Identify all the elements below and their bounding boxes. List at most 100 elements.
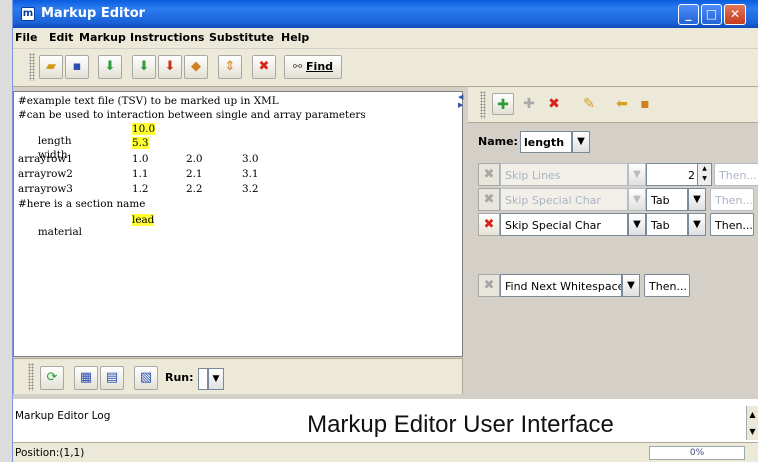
editor-line: #example text file (TSV) to be marked up… xyxy=(18,95,279,107)
table-export-icon[interactable]: ▤ xyxy=(100,366,124,390)
rule-action-select[interactable]: Find Next Whitespace xyxy=(500,274,622,297)
remove-rule-icon[interactable]: ✖ xyxy=(478,163,500,186)
progress-bar: 0% xyxy=(649,446,745,460)
remove-rule-icon[interactable]: ✖ xyxy=(478,188,500,211)
spinner-arrows-icon[interactable]: ▲ ▼ xyxy=(697,164,711,185)
rule-dropdown-arrow-icon[interactable]: ▼ xyxy=(622,274,640,297)
remove-instruction-icon[interactable]: ✖ xyxy=(543,93,565,115)
array-cell: 2.2 xyxy=(186,183,203,195)
editor-line: width xyxy=(18,137,68,161)
log-split-bar[interactable] xyxy=(13,394,758,399)
editor-line: arrayrow3 xyxy=(18,183,73,195)
minimize-button[interactable]: _ xyxy=(678,4,699,25)
markup-editor-window: m Markup Editor _ □ ✕ File Edit Markup I… xyxy=(12,0,758,462)
array-cell: 2.0 xyxy=(186,153,203,165)
cursor-position: Position:(1,1) xyxy=(15,447,85,459)
add-instruction-icon[interactable]: ✚ xyxy=(492,93,514,115)
text-editor[interactable]: #example text file (TSV) to be marked up… xyxy=(13,91,463,357)
refresh-icon[interactable]: ⟳ xyxy=(40,366,64,390)
rule-action-select[interactable]: Skip Special Char xyxy=(500,213,628,236)
edit-pencil-icon[interactable]: ✎ xyxy=(578,93,600,115)
then-button[interactable]: Then... xyxy=(710,188,754,211)
array-cell: 1.2 xyxy=(132,183,149,195)
editor-line: material xyxy=(18,214,82,238)
rule-row: ✖ Skip Lines ▼ 2 ▲ ▼ Then... xyxy=(478,163,758,187)
array-cell: 2.1 xyxy=(186,168,203,180)
name-select[interactable]: length xyxy=(520,131,572,153)
run-table-icon[interactable]: ▧ xyxy=(134,366,158,390)
rule-action-select[interactable]: Skip Lines xyxy=(500,163,628,186)
close-button[interactable]: ✕ xyxy=(724,4,746,25)
markup-red-icon[interactable]: ⬇ xyxy=(158,55,182,79)
rule-row: ✖ Skip Special Char ▼ Tab ▼ Then... xyxy=(478,188,758,212)
markup-orange-icon[interactable]: ◆ xyxy=(184,55,208,79)
param-name: material xyxy=(37,226,83,238)
skip-count-value: 2 xyxy=(688,169,695,182)
editor-line: #can be used to interaction between sing… xyxy=(18,109,366,121)
menu-markup[interactable]: Markup xyxy=(79,31,126,44)
move-updown-icon[interactable]: ⇕ xyxy=(218,55,242,79)
char-dropdown-arrow-icon[interactable]: ▼ xyxy=(688,188,706,211)
markup-green-icon[interactable]: ⬇ xyxy=(132,55,156,79)
run-label: Run: xyxy=(165,371,194,384)
remove-rule-icon[interactable]: ✖ xyxy=(478,213,500,236)
delete-icon[interactable]: ✖ xyxy=(252,55,276,79)
editor-line: length xyxy=(18,123,72,147)
editor-line: arrayrow1 xyxy=(18,153,73,165)
instruction-toolbar: ✚ ✚ ✖ ✎ ⬅ ▪ xyxy=(468,87,758,123)
find-label: Find xyxy=(306,60,334,73)
window-title: Markup Editor xyxy=(41,6,146,21)
editor-toolbar-grip[interactable] xyxy=(28,363,34,391)
rule-dropdown-arrow-icon[interactable]: ▼ xyxy=(628,188,646,211)
import-icon[interactable]: ⬅ xyxy=(611,93,633,115)
name-dropdown-arrow-icon[interactable]: ▼ xyxy=(572,131,590,153)
array-cell: 3.2 xyxy=(242,183,259,195)
then-button[interactable]: Then... xyxy=(710,213,754,236)
menu-edit[interactable]: Edit xyxy=(49,31,73,44)
menu-bar: File Edit Markup Instructions Substitute… xyxy=(13,28,758,48)
collapse-arrows-icon[interactable]: ◀ ▶ xyxy=(458,93,463,109)
array-cell: 1.0 xyxy=(132,153,149,165)
menu-substitute[interactable]: Substitute xyxy=(209,31,274,44)
menu-help[interactable]: Help xyxy=(281,31,309,44)
menu-instructions[interactable]: Instructions xyxy=(130,31,204,44)
char-select[interactable]: Tab xyxy=(646,188,688,211)
save-instructions-icon[interactable]: ▪ xyxy=(634,93,656,115)
caption-text: Markup Editor User Interface xyxy=(178,407,743,443)
rule-row: ✖ Find Next Whitespace ▼ Then... xyxy=(478,274,758,298)
remove-rule-icon[interactable]: ✖ xyxy=(478,274,500,297)
status-bar: Position:(1,1) 0% xyxy=(13,442,758,462)
rule-row: ✖ Skip Special Char ▼ Tab ▼ Then... xyxy=(478,213,758,237)
then-button[interactable]: Then... xyxy=(644,274,690,297)
log-scrollbar[interactable]: ▲ ▼ xyxy=(746,406,758,440)
instruction-toolbar-grip[interactable] xyxy=(480,91,486,119)
log-label: Markup Editor Log xyxy=(15,410,111,422)
array-cell: 3.0 xyxy=(242,153,259,165)
highlighted-value-length: 10.0 xyxy=(132,123,156,135)
highlighted-value-material: lead xyxy=(132,214,155,226)
toolbar-grip[interactable] xyxy=(29,53,35,81)
run-dropdown-arrow-icon[interactable]: ▼ xyxy=(208,368,224,390)
progress-text: 0% xyxy=(689,448,705,458)
save-icon[interactable]: ▪ xyxy=(65,55,89,79)
open-file-icon[interactable]: ▰ xyxy=(39,55,63,79)
rule-dropdown-arrow-icon[interactable]: ▼ xyxy=(628,213,646,236)
binoculars-icon: ⚯ xyxy=(292,60,303,73)
editor-line: arrayrow2 xyxy=(18,168,73,180)
maximize-button[interactable]: □ xyxy=(701,4,722,25)
editor-toolbar: ⟳ ▦ ▤ ▧ Run: ▼ xyxy=(13,358,463,396)
rule-action-select[interactable]: Skip Special Char xyxy=(500,188,628,211)
editor-line: #here is a section name xyxy=(18,198,146,210)
run-select[interactable] xyxy=(198,368,208,390)
char-dropdown-arrow-icon[interactable]: ▼ xyxy=(688,213,706,236)
array-cell: 3.1 xyxy=(242,168,259,180)
skip-count-spinner[interactable]: 2 ▲ ▼ xyxy=(646,163,712,186)
then-button[interactable]: Then... xyxy=(714,163,758,186)
find-button[interactable]: ⚯ Find xyxy=(284,55,342,79)
char-select[interactable]: Tab xyxy=(646,213,688,236)
markup-down-icon[interactable]: ⬇ xyxy=(98,55,122,79)
name-label: Name: xyxy=(478,135,518,148)
rule-dropdown-arrow-icon[interactable]: ▼ xyxy=(628,163,646,186)
table-icon[interactable]: ▦ xyxy=(74,366,98,390)
menu-file[interactable]: File xyxy=(15,31,38,44)
